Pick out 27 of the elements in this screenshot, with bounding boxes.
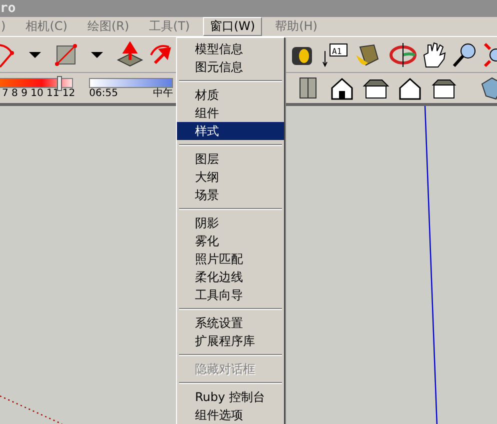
menu-item[interactable]: 系统设置	[177, 314, 284, 332]
menu-item[interactable]: Ruby 控制台	[177, 388, 284, 406]
menu-item[interactable]: 图层	[177, 150, 284, 168]
push-pull-icon[interactable]	[116, 40, 144, 68]
menu-item[interactable]: 照片匹配	[177, 250, 284, 268]
time-label: 中午	[153, 88, 174, 98]
menu-item[interactable]: 模型信息	[177, 40, 284, 58]
menu-item[interactable]: 工具向导	[177, 286, 284, 304]
menu-item[interactable]: 场景	[177, 186, 284, 204]
month-scale-labels: 7 8 9 10 11 12	[1, 88, 76, 98]
menu-item: 隐藏对话框	[194, 361, 256, 378]
menu-item[interactable]: 柔化边线	[177, 268, 284, 286]
x-axis-line	[0, 395, 62, 424]
slider-thumb[interactable]	[57, 76, 62, 90]
menu-item[interactable]: 扩展程序库	[177, 332, 284, 350]
menu-item[interactable]: 阴影	[177, 214, 284, 232]
window-title: ro	[0, 1, 16, 16]
orbit-icon[interactable]	[389, 40, 417, 68]
menu-item[interactable]: 雾化	[177, 232, 284, 250]
menu-item[interactable]: 组件	[177, 104, 284, 122]
menu-item[interactable]: 材质	[177, 86, 284, 104]
menu-item[interactable]: 窗口(W)	[202, 17, 262, 36]
menu-item[interactable]: 大纲	[177, 168, 284, 186]
menu-item[interactable]: 样式	[177, 122, 284, 140]
menu-item[interactable]: 图元信息	[177, 58, 284, 76]
time-label: 06:55	[89, 88, 118, 98]
menu-item[interactable]: 组件选项	[177, 406, 284, 424]
